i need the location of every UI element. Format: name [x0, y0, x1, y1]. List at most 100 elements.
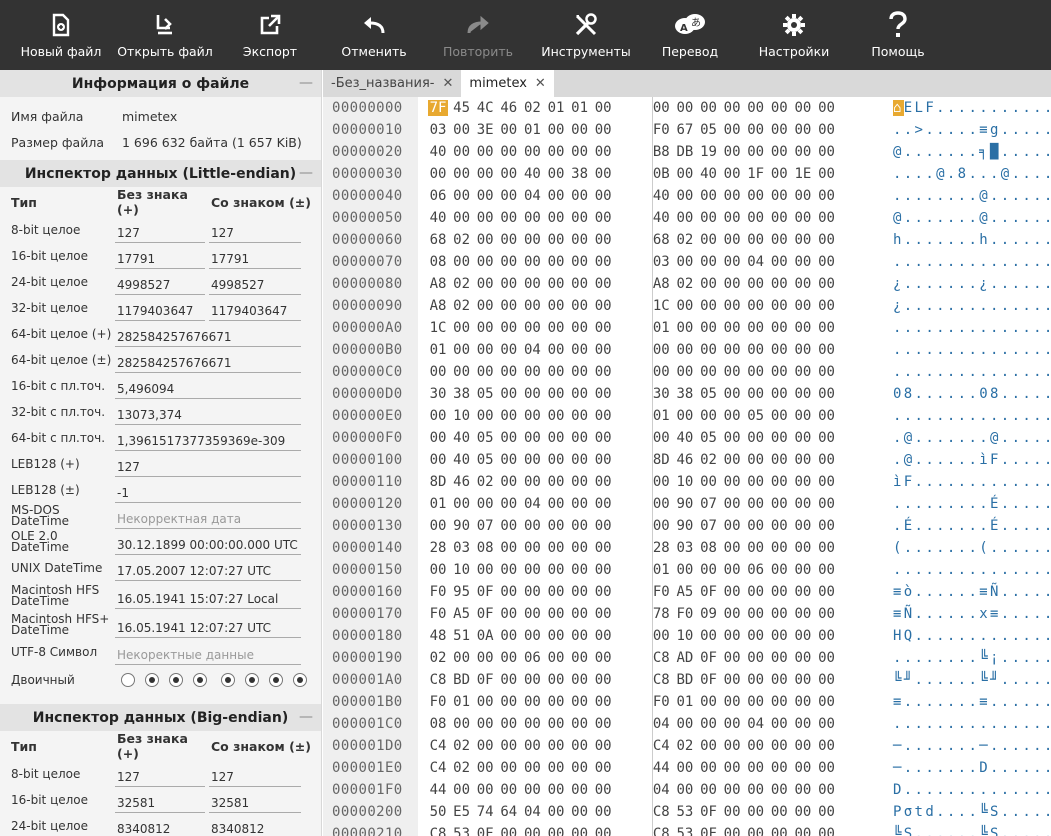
- hex-byte[interactable]: 00: [546, 826, 566, 836]
- hex-byte[interactable]: 00: [546, 166, 566, 182]
- hex-byte[interactable]: 00: [817, 584, 837, 600]
- hex-byte[interactable]: 00: [522, 518, 542, 534]
- hex-byte[interactable]: 00: [769, 100, 789, 116]
- bit-radio[interactable]: [121, 673, 135, 687]
- ascii-text[interactable]: ........╚¡......: [893, 650, 1051, 666]
- hex-byte[interactable]: 00: [769, 540, 789, 556]
- hex-byte[interactable]: 00: [593, 188, 613, 204]
- hex-byte[interactable]: 44: [428, 782, 448, 798]
- hex-byte[interactable]: 01: [651, 320, 671, 336]
- hex-byte[interactable]: 00: [699, 232, 719, 248]
- inspector-le-header[interactable]: Инспектор данных (Little-endian) —: [0, 160, 321, 187]
- hex-byte[interactable]: 00: [793, 364, 813, 380]
- hex-byte[interactable]: 05: [699, 386, 719, 402]
- hex-byte[interactable]: 00: [499, 430, 519, 446]
- hex-byte[interactable]: 00: [722, 364, 742, 380]
- hex-byte[interactable]: 00: [651, 100, 671, 116]
- hex-byte[interactable]: BD: [452, 672, 472, 688]
- hex-byte[interactable]: 00: [722, 562, 742, 578]
- hex-byte[interactable]: 00: [769, 320, 789, 336]
- hex-byte[interactable]: 03: [651, 254, 671, 270]
- hex-byte[interactable]: 00: [746, 782, 766, 798]
- hex-byte[interactable]: 07: [699, 496, 719, 512]
- hex-byte[interactable]: 00: [546, 430, 566, 446]
- hex-byte[interactable]: 00: [722, 386, 742, 402]
- hex-byte[interactable]: 00: [769, 474, 789, 490]
- hex-byte[interactable]: 00: [499, 474, 519, 490]
- hex-byte[interactable]: 0F: [699, 584, 719, 600]
- signed-value-field[interactable]: 4998527: [209, 273, 301, 295]
- bit-radio[interactable]: [269, 673, 283, 687]
- tab-untitled[interactable]: -Без_названия- ✕: [323, 70, 461, 97]
- hex-byte[interactable]: 00: [499, 628, 519, 644]
- hex-byte[interactable]: 00: [522, 276, 542, 292]
- hex-byte[interactable]: 38: [570, 166, 590, 182]
- hex-byte[interactable]: 00: [475, 782, 495, 798]
- hex-byte[interactable]: 00: [452, 254, 472, 270]
- hex-byte[interactable]: 00: [593, 540, 613, 556]
- hex-byte[interactable]: 00: [722, 188, 742, 204]
- hex-byte[interactable]: 00: [499, 210, 519, 226]
- hex-byte[interactable]: 00: [675, 320, 695, 336]
- hex-byte[interactable]: 40: [452, 452, 472, 468]
- hex-byte[interactable]: 00: [499, 276, 519, 292]
- hex-byte[interactable]: 00: [651, 628, 671, 644]
- hex-byte[interactable]: 00: [570, 122, 590, 138]
- hex-byte[interactable]: 00: [499, 188, 519, 204]
- hex-byte[interactable]: 00: [817, 210, 837, 226]
- hex-byte[interactable]: 10: [675, 474, 695, 490]
- hex-byte[interactable]: 00: [570, 276, 590, 292]
- hex-byte[interactable]: 00: [769, 496, 789, 512]
- hex-byte[interactable]: 00: [769, 760, 789, 776]
- hex-byte[interactable]: 00: [793, 386, 813, 402]
- hex-byte[interactable]: 00: [593, 562, 613, 578]
- hex-byte[interactable]: 00: [769, 672, 789, 688]
- hex-byte[interactable]: 00: [546, 540, 566, 556]
- hex-byte[interactable]: 00: [428, 364, 448, 380]
- hex-byte[interactable]: 00: [570, 782, 590, 798]
- value-field[interactable]: 17.05.2007 12:07:27 UTC: [115, 559, 301, 581]
- signed-value-field[interactable]: 32581: [209, 791, 301, 813]
- hex-byte[interactable]: 00: [593, 408, 613, 424]
- hex-byte[interactable]: 00: [475, 716, 495, 732]
- hex-byte[interactable]: 00: [475, 254, 495, 270]
- hex-byte[interactable]: 00: [722, 474, 742, 490]
- hex-byte[interactable]: 00: [522, 430, 542, 446]
- hex-byte[interactable]: 00: [699, 716, 719, 732]
- hex-byte[interactable]: 00: [593, 298, 613, 314]
- hex-byte[interactable]: 00: [722, 738, 742, 754]
- ascii-text[interactable]: ≡Ñ......x≡......: [893, 606, 1051, 622]
- hex-byte[interactable]: 00: [593, 276, 613, 292]
- hex-byte[interactable]: 00: [793, 562, 813, 578]
- hex-byte[interactable]: 40: [675, 430, 695, 446]
- hex-byte[interactable]: 00: [746, 232, 766, 248]
- hex-byte[interactable]: 00: [522, 452, 542, 468]
- hex-byte[interactable]: 00: [746, 760, 766, 776]
- hex-byte[interactable]: 10: [452, 562, 472, 578]
- hex-byte[interactable]: 00: [570, 760, 590, 776]
- hex-byte[interactable]: 00: [452, 210, 472, 226]
- hex-byte[interactable]: A8: [651, 276, 671, 292]
- hex-byte[interactable]: 01: [651, 408, 671, 424]
- hex-byte[interactable]: 00: [722, 826, 742, 836]
- hex-byte[interactable]: 00: [499, 144, 519, 160]
- hex-byte[interactable]: 00: [593, 100, 613, 116]
- hex-byte[interactable]: 00: [817, 606, 837, 622]
- hex-byte[interactable]: 00: [675, 782, 695, 798]
- hex-byte[interactable]: 00: [570, 562, 590, 578]
- hex-byte[interactable]: 51: [452, 628, 472, 644]
- hex-byte[interactable]: 00: [499, 562, 519, 578]
- hex-byte[interactable]: 00: [769, 694, 789, 710]
- hex-byte[interactable]: 00: [817, 298, 837, 314]
- signed-value-field[interactable]: 1179403647: [209, 299, 301, 321]
- hex-byte[interactable]: 00: [769, 232, 789, 248]
- hex-byte[interactable]: 00: [570, 320, 590, 336]
- hex-byte[interactable]: 00: [746, 144, 766, 160]
- unsigned-value-field[interactable]: 1179403647: [115, 299, 205, 321]
- hex-byte[interactable]: 01: [428, 496, 448, 512]
- hex-byte[interactable]: 00: [769, 364, 789, 380]
- hex-byte[interactable]: 00: [793, 518, 813, 534]
- hex-byte[interactable]: 40: [651, 210, 671, 226]
- hex-byte[interactable]: 10: [452, 408, 472, 424]
- hex-byte[interactable]: 01: [675, 694, 695, 710]
